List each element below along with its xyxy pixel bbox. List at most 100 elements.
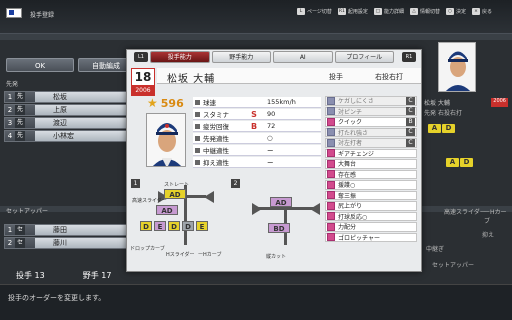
player-handedness: 右投右打 [375,73,403,81]
ability-item: 大舞台 [325,159,417,169]
player-name-bar: 松坂 大輔 投手 右投右打 [157,68,421,85]
rp-suppress: 抑え [482,232,495,239]
top-bar: 投手登録 L ページ切替 R1 起用設定 □ 能力詳細 △ 情報切替 ○ 決定 × 戻る [0,0,512,34]
pitch-fast-slider-grade: AD [156,205,178,215]
ability-item: クイック B [325,117,417,127]
stat-row: 疲労回復 B 72 [193,121,321,132]
stat-row: 球速 155km/h [193,97,321,108]
rp-grades-mid: AD [446,158,474,167]
rp-grades-top: AD [428,124,456,133]
player-name: 松坂 大輔 [167,74,216,85]
player-position: 投手 [329,73,343,81]
pitch-fast-slider-label: 高速スライダー [132,198,167,204]
roster-row[interactable]: 2 セ藤川 [4,237,136,249]
stat-row: 抑え適性ー [193,157,321,168]
uniform-number: 18 [134,70,152,84]
roster-row[interactable]: 1 セ藤田 [4,224,136,236]
roster-panel: 先発 1 先松坂 2 先上原 3 先渡辺 4 先小林宏 セットアッパー 1 セ藤田 2セ藤… [4,80,136,270]
l-key-icon: L [297,8,306,15]
stat-row: 中継適性ー [193,145,321,156]
circle-key-icon: ○ [445,8,454,15]
rp-setup: セットアッパー [432,262,475,269]
pitch-h-slider-label: Hスライダー [166,252,195,258]
pitcher-count: 投手 13 [16,271,45,280]
tab-ai[interactable]: AI [273,51,333,63]
fielder-count: 野手 17 [82,271,112,280]
pitch-grade-tile: E [196,221,208,231]
rp-curve: ーHカーブ [484,209,507,225]
ability-item: 存在感 [325,169,417,179]
ability-item: 対左打者 C [325,138,417,148]
ability-item: 奪三振 [325,190,417,200]
pitch-grade-tile: D [182,221,194,231]
stat-row: 先発適性 ○ [193,133,321,144]
ability-item: ゴロピッチャー [325,232,417,242]
r1-key-icon: R1 [337,8,346,15]
star-icon: ★ [147,96,158,110]
pitch-h-curve-label: ーHカーブ [198,252,222,258]
overall-rating: ★ 596 [147,96,184,110]
pitch-grade-tile: D [168,221,180,231]
player-face-icon [439,43,475,91]
triangle-key-icon: △ [409,8,418,15]
tab-profile[interactable]: プロフィール [334,51,394,63]
r1-key-icon: R1 [402,52,416,62]
roster-row[interactable]: 1 先松坂 [4,91,136,103]
hint-page: L ページ切替 [297,8,332,15]
overall-value: 596 [160,96,184,110]
comparison-panel: 松坂 大輔 2006 先発 右投右打 AD AD 高速スライダー ーHカーブ 抑え… [424,40,508,270]
ok-button[interactable]: OK [6,58,74,72]
player-face-icon [147,114,185,166]
hint-decide: ○ 決定 [445,8,466,15]
pitch-straight-grade: AD [164,189,186,199]
ability-stats: 球速 155km/h スタミナ S 90 疲労回復 B 72 先発適性 ○ 中継適性ー 抑え… [193,97,321,169]
l1-key-icon: L1 [134,52,148,62]
flag-icon [6,8,22,18]
hint-setting: R1 起用設定 [337,8,368,15]
player-portrait-small [438,42,476,92]
status-message: 投手のオーダーを変更します。 [8,294,106,302]
pitch-grade-tile: D [140,221,152,231]
roster-row[interactable]: 3 先渡辺 [4,117,136,129]
tab-fielder-ability[interactable]: 野手能力 [211,51,271,63]
starters-label: 先発 [6,81,19,88]
stat-row: スタミナ S 90 [193,109,321,120]
rp-position-row: 先発 右投右打 [424,110,462,117]
ability-item: 対ピンチ C [325,106,417,116]
season-year: 2006 [132,85,154,96]
tab-pitcher-ability[interactable]: 投手能力 [150,51,210,63]
hint-back: × 戻る [471,8,492,15]
ability-item: 打たれ強さ C [325,127,417,137]
square-key-icon: □ [373,8,382,15]
roster-row[interactable]: 2 先上原 [4,104,136,116]
pitch-chart: 1 2 ストレート AD 高速スライダー AD D E D D E ドロップカー… [128,175,324,267]
pitch-box-1: 1 [131,179,140,188]
roster-row[interactable]: 4 先小林宏 [4,130,136,142]
ability-item: 力配分 [325,222,417,232]
player-portrait [146,113,186,167]
status-bar: 投手のオーダーを変更します。 [0,284,512,320]
hint-info: △ 情報切替 [409,8,440,15]
rp-relief: 中継ぎ [426,246,445,253]
pitch-cut-grade: AD [270,197,292,207]
detail-tabs: 投手能力 野手能力 AI プロフィール [150,51,394,63]
pitch-cut-grade-2: BD [268,223,290,233]
ability-item: 援護○ [325,180,417,190]
pitch-grade-tile: E [154,221,166,231]
ability-item: ケガしにくさ C [325,96,417,106]
ability-item: 打球反応○ [325,211,417,221]
hint-detail: □ 能力詳細 [373,8,404,15]
setup-label: セットアッパー [6,208,49,215]
rp-fast-slider: 高速スライダー [444,209,486,216]
screen-title: 投手登録 [30,12,55,19]
roster-counts: 投手 13 野手 17 [16,270,111,281]
pitch-box-2: 2 [231,179,240,188]
button-hints: L ページ切替 R1 起用設定 □ 能力詳細 △ 情報切替 ○ 決定 × 戻る [297,8,492,15]
special-abilities-list: ケガしにくさ C 対ピンチ C クイック B 打たれ強さ C 対左打者 C ギアチェンジ … [325,96,417,243]
pitch-straight-label: ストレート [164,182,190,188]
rp-name-row: 松坂 大輔 2006 [424,98,508,107]
ability-item: 尻上がり [325,201,417,211]
cross-key-icon: × [471,8,480,15]
uniform-number-badge: 18 2006 [131,68,155,96]
pitch-drop-curve-label: ドロップカーブ [130,246,165,252]
